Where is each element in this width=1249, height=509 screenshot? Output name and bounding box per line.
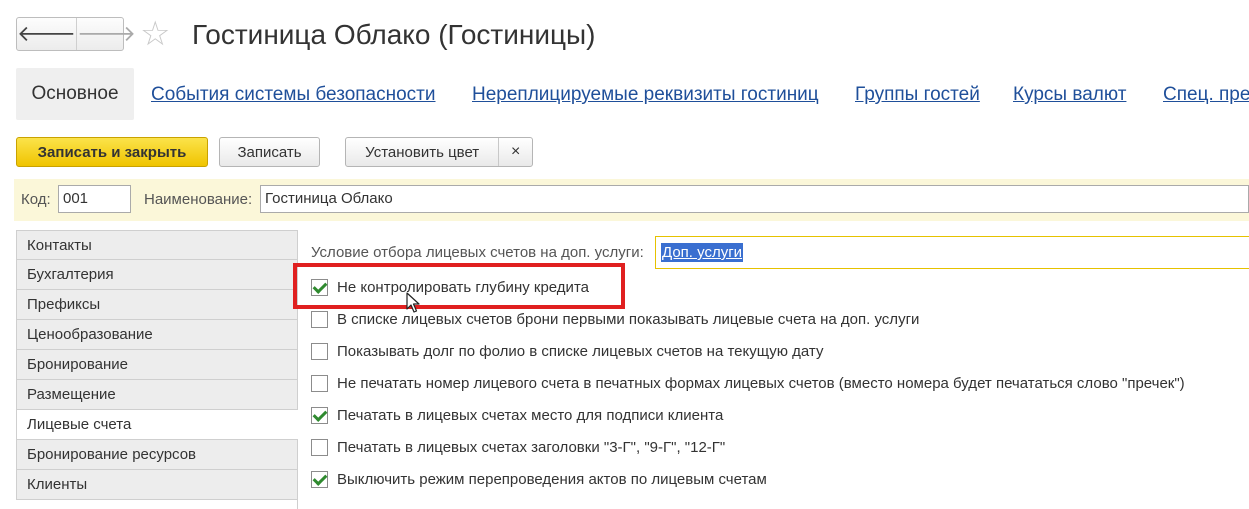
checkbox-unchecked-icon[interactable] bbox=[311, 438, 328, 456]
checkbox-print-headers[interactable]: Печатать в лицевых счетах заголовки "3-Г… bbox=[311, 435, 725, 459]
name-label: Наименование: bbox=[144, 191, 253, 208]
set-color-group: Установить цвет × bbox=[345, 137, 533, 167]
save-and-close-button[interactable]: Записать и закрыть bbox=[16, 137, 208, 167]
favorite-star-icon[interactable]: ☆ bbox=[140, 16, 170, 52]
tab-contacts[interactable]: Контакты bbox=[16, 230, 298, 260]
checkbox-label: Печатать в лицевых счетах заголовки "3-Г… bbox=[337, 438, 726, 456]
checkbox-unchecked-icon[interactable] bbox=[311, 310, 328, 328]
page-title: Гостиница Облако (Гостиницы) bbox=[192, 19, 596, 50]
section-guest-groups[interactable]: Группы гостей bbox=[855, 84, 980, 106]
checkbox-checked-icon[interactable] bbox=[311, 470, 328, 488]
tab-resource-booking[interactable]: Бронирование ресурсов bbox=[16, 440, 298, 470]
code-label: Код: bbox=[21, 191, 51, 208]
tab-booking[interactable]: Бронирование bbox=[16, 350, 298, 380]
checkbox-show-folio-debt[interactable]: Показывать долг по фолио в списке лицевы… bbox=[311, 339, 823, 363]
code-field[interactable]: 001 bbox=[58, 185, 131, 213]
section-special[interactable]: Спец. пре bbox=[1163, 84, 1249, 106]
mouse-pointer-icon bbox=[406, 292, 420, 313]
pane-divider-lower bbox=[297, 446, 298, 509]
section-currency-rates[interactable]: Курсы валют bbox=[1013, 84, 1126, 106]
clear-color-icon[interactable]: × bbox=[498, 138, 532, 166]
condition-value[interactable]: Доп. услуги bbox=[661, 243, 744, 262]
condition-label: Условие отбора лицевых счетов на доп. ус… bbox=[311, 244, 644, 261]
set-color-button[interactable]: Установить цвет bbox=[346, 144, 498, 161]
checkbox-unchecked-icon[interactable] bbox=[311, 342, 328, 360]
checkbox-checked-icon[interactable] bbox=[311, 406, 328, 424]
checkbox-label: Печатать в лицевых счетах место для подп… bbox=[337, 406, 724, 424]
section-main[interactable]: Основное bbox=[16, 68, 134, 120]
checkbox-extra-services-first[interactable]: В списке лицевых счетов брони первыми по… bbox=[311, 307, 919, 331]
checkbox-disable-repost[interactable]: Выключить режим перепроведения актов по … bbox=[311, 467, 767, 491]
checkbox-label: Выключить режим перепроведения актов по … bbox=[337, 470, 767, 488]
checkbox-print-signature[interactable]: Печатать в лицевых счетах место для подп… bbox=[311, 403, 723, 427]
highlight-frame bbox=[293, 263, 625, 309]
tab-pricing[interactable]: Ценообразование bbox=[16, 320, 298, 350]
checkbox-no-print-folio-number[interactable]: Не печатать номер лицевого счета в печат… bbox=[311, 371, 1185, 395]
condition-field[interactable] bbox=[655, 236, 1249, 269]
section-nonreplicated-props[interactable]: Нереплицируемые реквизиты гостиниц bbox=[472, 84, 819, 106]
checkbox-unchecked-icon[interactable] bbox=[311, 374, 328, 392]
tab-accommodation[interactable]: Размещение bbox=[16, 380, 298, 410]
checkbox-label: Показывать долг по фолио в списке лицевы… bbox=[337, 342, 824, 360]
checkbox-label: Не печатать номер лицевого счета в печат… bbox=[337, 374, 1185, 392]
pane-divider bbox=[297, 230, 298, 400]
checkbox-label: В списке лицевых счетов брони первыми по… bbox=[337, 310, 920, 328]
tab-accounting[interactable]: Бухгалтерия bbox=[16, 260, 298, 290]
save-button[interactable]: Записать bbox=[219, 137, 320, 167]
back-arrow-icon[interactable]: 🡐 bbox=[17, 18, 76, 50]
page-tabs: Контакты Бухгалтерия Префиксы Ценообразо… bbox=[16, 230, 298, 500]
section-security-events[interactable]: События системы безопасности bbox=[151, 84, 436, 106]
history-nav: 🡐 🡒 bbox=[16, 17, 136, 51]
tab-folios[interactable]: Лицевые счета bbox=[16, 410, 298, 440]
tab-clients[interactable]: Клиенты bbox=[16, 470, 298, 500]
name-field[interactable]: Гостиница Облако bbox=[260, 185, 1249, 213]
forward-arrow-icon[interactable]: 🡒 bbox=[76, 18, 136, 50]
tab-prefixes[interactable]: Префиксы bbox=[16, 290, 298, 320]
